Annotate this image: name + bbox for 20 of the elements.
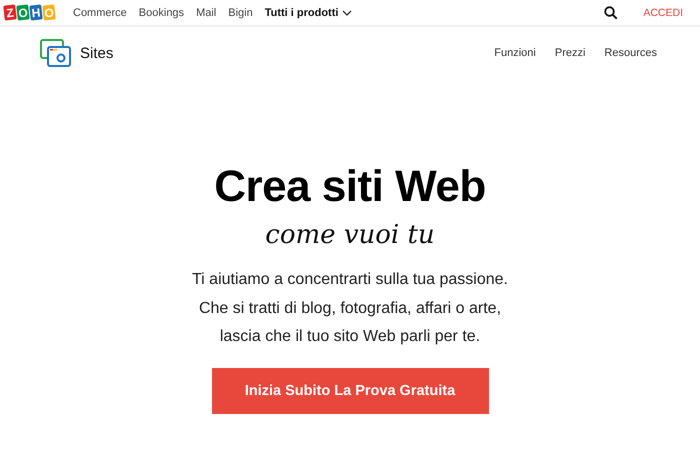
product-link[interactable]: Bookings bbox=[138, 6, 184, 18]
nav-link[interactable]: Funzioni bbox=[494, 47, 536, 59]
nav-link[interactable]: Prezzi bbox=[554, 47, 586, 59]
zoho-logo[interactable]: Z O H O bbox=[4, 5, 55, 20]
hero-text: Che si tratti di blog, fotografia, affari o arte, bbox=[198, 298, 502, 318]
free-trial-button[interactable]: Inizia Subito La Prova Gratuita bbox=[212, 368, 488, 414]
hero-text: Ti aiutiamo a concentrarti sulla tua passione. bbox=[192, 270, 508, 290]
product-link[interactable]: Mail bbox=[196, 6, 216, 18]
sign-in-link[interactable]: ACCEDI bbox=[643, 6, 683, 18]
product-link[interactable]: Bigin bbox=[228, 6, 253, 18]
hero-text: lascia che il tuo sito Web parli per te. bbox=[218, 327, 482, 347]
hero-title: Crea siti Web bbox=[214, 162, 486, 212]
nav-link[interactable]: Resources bbox=[604, 47, 657, 59]
search-icon[interactable] bbox=[604, 6, 618, 20]
hero-subtitle: come vuoi tu bbox=[265, 220, 435, 250]
chevron-down-icon bbox=[342, 10, 352, 16]
sites-logo-icon[interactable] bbox=[39, 38, 73, 68]
product-link[interactable]: Commerce bbox=[73, 6, 127, 18]
products-menu[interactable]: Tutti i prodotti bbox=[264, 6, 352, 18]
brand-name: Sites bbox=[80, 44, 114, 62]
